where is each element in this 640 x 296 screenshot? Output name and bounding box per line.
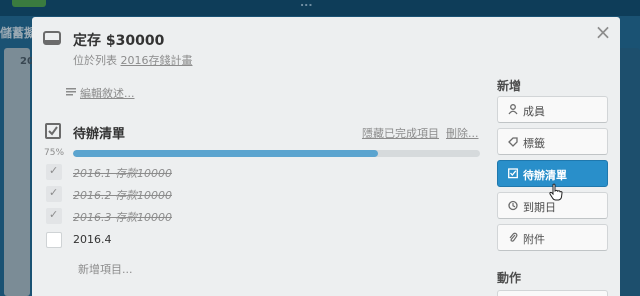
board-header-bar xyxy=(0,0,640,16)
check-icon: ✓ xyxy=(49,186,59,199)
hide-completed-link[interactable]: 隱藏已完成項目 xyxy=(362,125,439,141)
check-icon: ✓ xyxy=(49,208,59,221)
checklist-item[interactable]: ✓ 2016.2 存款10000 xyxy=(46,185,466,203)
background-list xyxy=(4,48,30,296)
clock-icon xyxy=(507,200,518,211)
checklist-button-label: 待辦清單 xyxy=(523,169,567,182)
checklist-item-text[interactable]: 2016.3 存款10000 xyxy=(73,209,172,225)
progress-bar xyxy=(73,150,480,157)
checklist-item[interactable]: ✓ 2016.1 存款10000 xyxy=(46,163,466,181)
card-title[interactable]: 定存 $30000 xyxy=(73,30,164,50)
person-icon xyxy=(507,104,518,115)
card-list-info: 位於列表 2016存錢計畫 xyxy=(73,52,193,68)
members-button-label: 成員 xyxy=(523,105,545,118)
checklist-icon xyxy=(45,123,61,139)
checkbox[interactable]: ✓ xyxy=(46,164,62,180)
paperclip-icon xyxy=(507,232,518,243)
checklist-icon xyxy=(507,168,518,179)
labels-button-label: 標籤 xyxy=(523,137,545,150)
checklist-item-text[interactable]: 2016.4 xyxy=(73,233,112,246)
checkbox[interactable]: ✓ xyxy=(46,208,62,224)
progress-bar-fill xyxy=(73,150,379,157)
in-list-prefix: 位於列表 xyxy=(73,54,117,67)
progress-percent: 75% xyxy=(44,148,65,158)
labels-button[interactable]: 標籤 xyxy=(497,128,608,155)
tag-icon xyxy=(507,136,518,147)
card-icon xyxy=(43,31,61,45)
checklist-item-text[interactable]: 2016.1 存款10000 xyxy=(73,165,172,181)
header-green-button[interactable] xyxy=(12,0,46,7)
checklist-item[interactable]: ✓ 2016.3 存款10000 xyxy=(46,207,466,225)
close-icon[interactable]: × xyxy=(594,22,612,42)
hand-cursor-icon xyxy=(549,183,563,205)
action-button[interactable] xyxy=(497,290,608,296)
add-section-heading: 新增 xyxy=(497,79,522,93)
description-icon xyxy=(66,88,76,96)
checklist-item-text[interactable]: 2016.2 存款10000 xyxy=(73,187,172,203)
add-checklist-item-link[interactable]: 新增項目... xyxy=(78,261,133,277)
edit-description-link[interactable]: 編輯敘述... xyxy=(80,85,135,101)
check-icon: ✓ xyxy=(49,164,59,177)
list-link[interactable]: 2016存錢計畫 xyxy=(121,54,193,67)
checklist-item[interactable]: 2016.4 xyxy=(46,231,466,249)
checkbox[interactable] xyxy=(46,232,62,248)
board-header-title: ... xyxy=(300,0,313,9)
attachment-button-label: 附件 xyxy=(523,233,545,246)
checkbox[interactable]: ✓ xyxy=(46,186,62,202)
checklist-title[interactable]: 待辦清單 xyxy=(73,123,125,142)
background-list-right xyxy=(618,48,640,296)
delete-checklist-link[interactable]: 刪除... xyxy=(446,125,479,141)
card-detail-modal: × 定存 $30000 位於列表 2016存錢計畫 編輯敘述... 待辦清單 隱… xyxy=(32,17,620,296)
members-button[interactable]: 成員 xyxy=(497,96,608,123)
attachment-button[interactable]: 附件 xyxy=(497,224,608,251)
actions-section-heading: 動作 xyxy=(497,271,522,285)
